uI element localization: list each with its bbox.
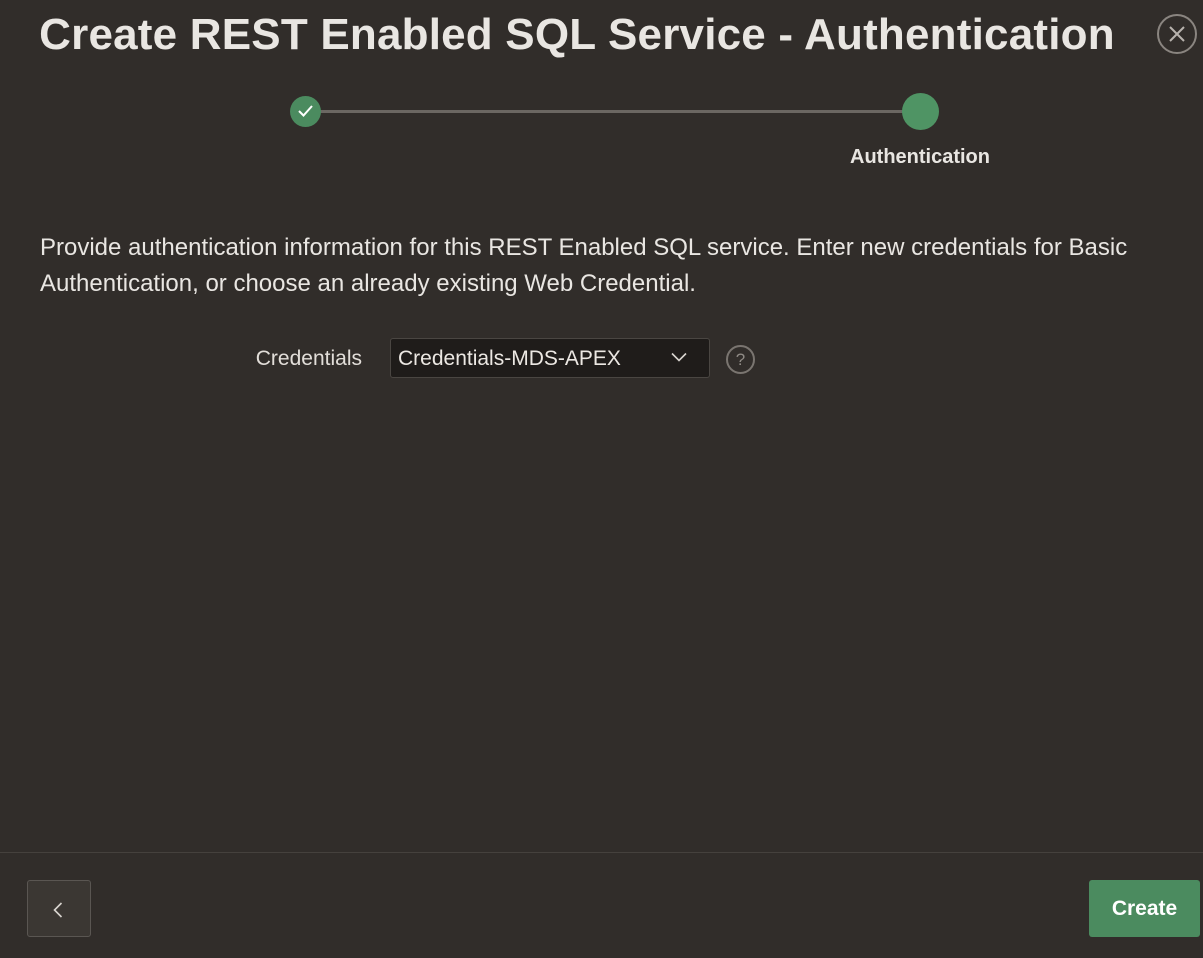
wizard-step-label: Authentication	[850, 146, 990, 168]
previous-button[interactable]	[27, 880, 91, 937]
close-icon	[1169, 26, 1185, 42]
dialog-title: Create REST Enabled SQL Service - Authen…	[39, 10, 1115, 59]
wizard-step-current	[902, 93, 939, 130]
wizard-progress-line	[305, 110, 920, 113]
create-rest-sql-service-dialog: Create REST Enabled SQL Service - Authen…	[0, 0, 1203, 958]
help-icon[interactable]: ?	[726, 345, 755, 374]
check-icon	[298, 105, 313, 117]
credentials-selected-value: Credentials-MDS-APEX	[398, 347, 621, 370]
credentials-label: Credentials	[255, 347, 362, 370]
create-button[interactable]: Create	[1089, 880, 1200, 937]
instructions-text: Provide authentication information for t…	[40, 234, 1128, 297]
chevron-left-icon	[53, 902, 63, 918]
chevron-down-icon	[671, 352, 687, 362]
credentials-select[interactable]: Credentials-MDS-APEX	[390, 338, 710, 378]
close-button[interactable]	[1157, 14, 1197, 54]
wizard-step-completed	[290, 96, 321, 127]
footer-divider	[0, 852, 1203, 853]
